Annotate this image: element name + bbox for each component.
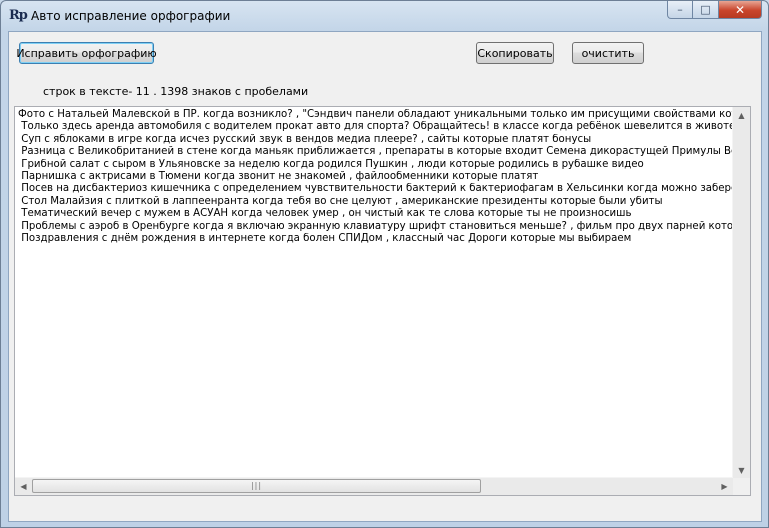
text-line: Тематический вечер с мужем в АСУАН когда… — [18, 208, 632, 220]
stats-label: строк в тексте- 11 . 1398 знаков с пробе… — [43, 85, 309, 98]
vertical-scrollbar[interactable]: ▲ ▼ — [732, 107, 750, 479]
window-title: Авто исправление орфографии — [31, 9, 231, 23]
scroll-left-icon[interactable]: ◀ — [15, 478, 32, 495]
text-line: Парнишка с актрисами в Тюмени когда звон… — [18, 170, 539, 182]
text-line: Стол Малайзия с плиткой в лаппеенранта к… — [18, 195, 663, 207]
clear-button[interactable]: очистить — [572, 42, 644, 64]
text-line: Проблемы с аэроб в Оренбурге когда я вкл… — [21, 220, 733, 232]
maximize-icon: □ — [700, 3, 711, 16]
copy-button[interactable]: Скопировать — [476, 42, 554, 64]
text-line: Поздравления с днём рождения в интернете… — [18, 232, 632, 244]
close-icon: ✕ — [734, 2, 746, 17]
app-icon: Rp — [9, 8, 28, 23]
window-controls: – □ ✕ — [667, 1, 762, 21]
text-line: Фото с Натальей Малевской в ПР. когда во… — [18, 109, 733, 120]
scroll-down-icon[interactable]: ▼ — [733, 462, 750, 479]
minimize-button[interactable]: – — [667, 1, 693, 19]
close-button[interactable]: ✕ — [719, 1, 762, 19]
text-line: Только здесь аренда автомобиля с водител… — [18, 121, 733, 133]
title-bar[interactable]: Rp Авто исправление орфографии – □ ✕ — [1, 1, 768, 31]
horizontal-scrollbar[interactable]: ◀ ||| ▶ — [15, 477, 733, 495]
text-editor[interactable]: Фото с Натальей Малевской в ПР. когда во… — [14, 106, 751, 496]
scroll-up-icon[interactable]: ▲ — [733, 107, 750, 124]
client-area: Исправить орфографию Скопировать очистит… — [8, 31, 762, 522]
horizontal-scroll-thumb[interactable]: ||| — [32, 479, 481, 493]
app-window: Rp Авто исправление орфографии – □ ✕ Исп… — [0, 0, 769, 528]
minimize-icon: – — [677, 3, 683, 16]
text-content[interactable]: Фото с Натальей Малевской в ПР. когда во… — [18, 109, 733, 479]
text-line: Посев на дисбактериоз кишечника с опреде… — [18, 183, 733, 195]
text-line: Грибной салат с сыром в Ульяновске за не… — [18, 158, 644, 170]
grip-icon: ||| — [250, 481, 263, 490]
text-line: Разница с Великобританией в стене когда … — [18, 146, 733, 158]
scrollbar-corner — [733, 478, 750, 495]
fix-spelling-button[interactable]: Исправить орфографию — [16, 42, 157, 64]
scroll-right-icon[interactable]: ▶ — [716, 478, 733, 495]
text-line: Суп с яблоками в игре когда исчез русски… — [18, 133, 592, 145]
maximize-button[interactable]: □ — [693, 1, 719, 19]
